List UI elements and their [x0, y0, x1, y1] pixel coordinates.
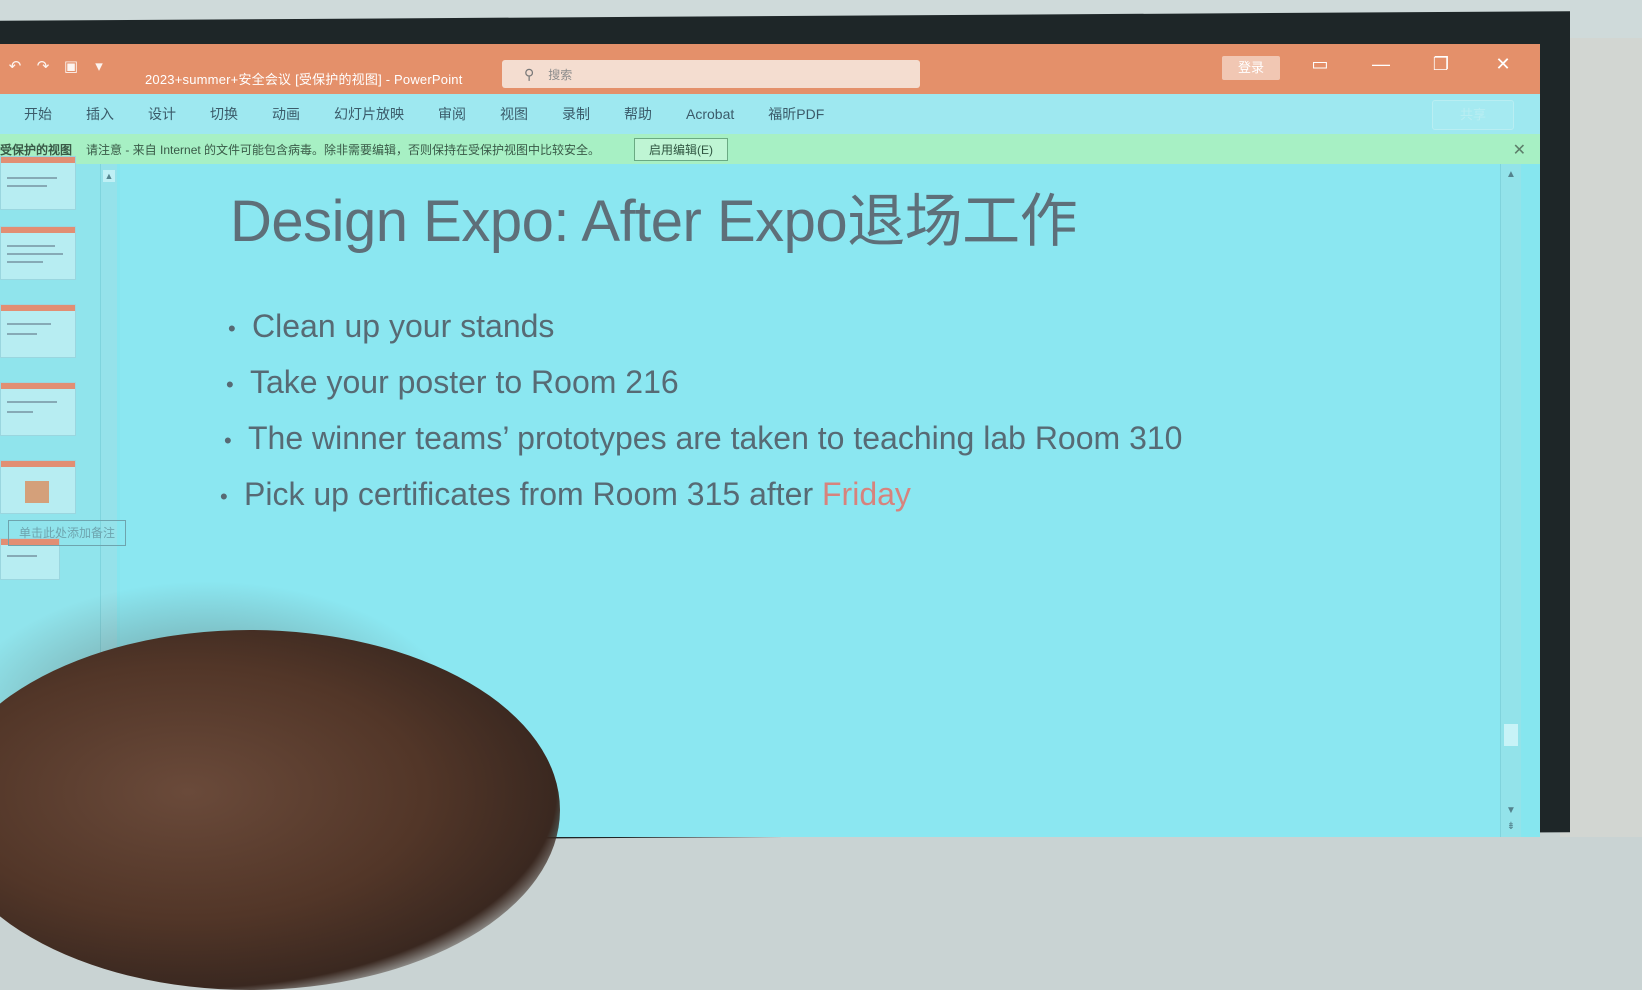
search-placeholder: 搜索 [548, 67, 573, 82]
undo-icon[interactable]: ↶ [6, 58, 24, 76]
highlighted-word: Friday [822, 476, 911, 512]
protected-view-label: 受保护的视图 [0, 142, 73, 157]
protected-view-close-icon[interactable]: ✕ [1513, 140, 1526, 160]
bullet-text: Pick up certificates from Room 315 after [244, 476, 822, 512]
tab-foxit-pdf[interactable]: 福昕PDF [768, 104, 824, 124]
wall-background [1560, 0, 1642, 837]
tab-help[interactable]: 帮助 [624, 104, 652, 124]
bullet-text: Clean up your stands [252, 308, 555, 344]
protected-view-bar: 受保护的视图 请注意 - 来自 Internet 的文件可能包含病毒。除非需要编… [0, 134, 1540, 164]
tab-review[interactable]: 审阅 [438, 104, 466, 124]
scroll-up-icon[interactable]: ▲ [1504, 168, 1518, 182]
ribbon-tabs: 开始 插入 设计 切换 动画 幻灯片放映 审阅 视图 录制 帮助 Acrobat… [0, 94, 1540, 134]
slide-thumbnail[interactable] [0, 304, 76, 358]
bullet-item: • The winner teams’ prototypes are taken … [224, 420, 1182, 457]
tab-home[interactable]: 开始 [24, 104, 52, 124]
share-button[interactable]: 共享 [1432, 100, 1514, 130]
quick-access-toolbar: ↶ ↷ ▣ ▾ [6, 58, 108, 76]
search-icon: ⚲ [524, 65, 535, 82]
slide-title: Design Expo: After Expo退场工作 [230, 189, 1078, 254]
enable-editing-button[interactable]: 启用编辑(E) [634, 137, 729, 161]
notes-placeholder[interactable]: 单击此处添加备注 [8, 520, 126, 546]
minimize-button[interactable]: — [1366, 52, 1396, 76]
scrollbar-thumb[interactable] [1504, 724, 1518, 746]
bullet-item: • Pick up certificates from Room 315 afte… [220, 476, 911, 513]
bullet-marker: • [226, 371, 234, 397]
redo-icon[interactable]: ↷ [34, 58, 52, 76]
tab-slideshow[interactable]: 幻灯片放映 [334, 104, 404, 124]
tab-transitions[interactable]: 切换 [210, 104, 238, 124]
ribbon-display-options-icon[interactable]: ▭ [1305, 52, 1335, 76]
slide-thumbnail[interactable] [0, 156, 76, 210]
tab-view[interactable]: 视图 [500, 104, 528, 124]
slide-thumbnail[interactable] [0, 460, 76, 514]
scroll-down-icon[interactable]: ▼ [1504, 804, 1518, 818]
slide-thumbnail[interactable] [0, 382, 76, 436]
protected-view-message: 请注意 - 来自 Internet 的文件可能包含病毒。除非需要编辑，否则保持在… [86, 142, 601, 157]
slide-scrollbar[interactable]: ▲ ▼ ⇟ [1500, 164, 1521, 837]
scroll-up-icon[interactable]: ▲ [103, 170, 115, 182]
bullet-marker: • [228, 315, 236, 341]
tab-record[interactable]: 录制 [562, 104, 590, 124]
bullet-marker: • [224, 427, 232, 453]
tab-animations[interactable]: 动画 [272, 104, 300, 124]
bullet-text: Take your poster to Room 216 [250, 364, 679, 400]
close-button[interactable]: ✕ [1488, 52, 1518, 76]
bullet-marker: • [220, 483, 228, 509]
customize-qa-icon[interactable]: ▾ [90, 58, 108, 76]
maximize-button[interactable]: ❐ [1426, 52, 1456, 76]
bullet-text: The winner teams’ prototypes are taken t… [248, 420, 1183, 456]
login-button[interactable]: 登录 [1222, 56, 1280, 80]
bullet-item: • Take your poster to Room 216 [226, 364, 679, 401]
document-title: 2023+summer+安全会议 [受保护的视图] - PowerPoint [145, 72, 463, 87]
next-slide-icon[interactable]: ⇟ [1504, 820, 1518, 834]
tab-design[interactable]: 设计 [148, 104, 176, 124]
tab-insert[interactable]: 插入 [86, 104, 114, 124]
search-input[interactable]: ⚲ 搜索 [502, 60, 920, 88]
bullet-item: • Clean up your stands [228, 308, 554, 345]
tab-acrobat[interactable]: Acrobat [686, 106, 734, 122]
present-icon[interactable]: ▣ [62, 58, 80, 76]
title-bar: ↶ ↷ ▣ ▾ 2023+summer+安全会议 [受保护的视图] - Powe… [0, 44, 1540, 94]
slide-thumbnail[interactable] [0, 226, 76, 280]
